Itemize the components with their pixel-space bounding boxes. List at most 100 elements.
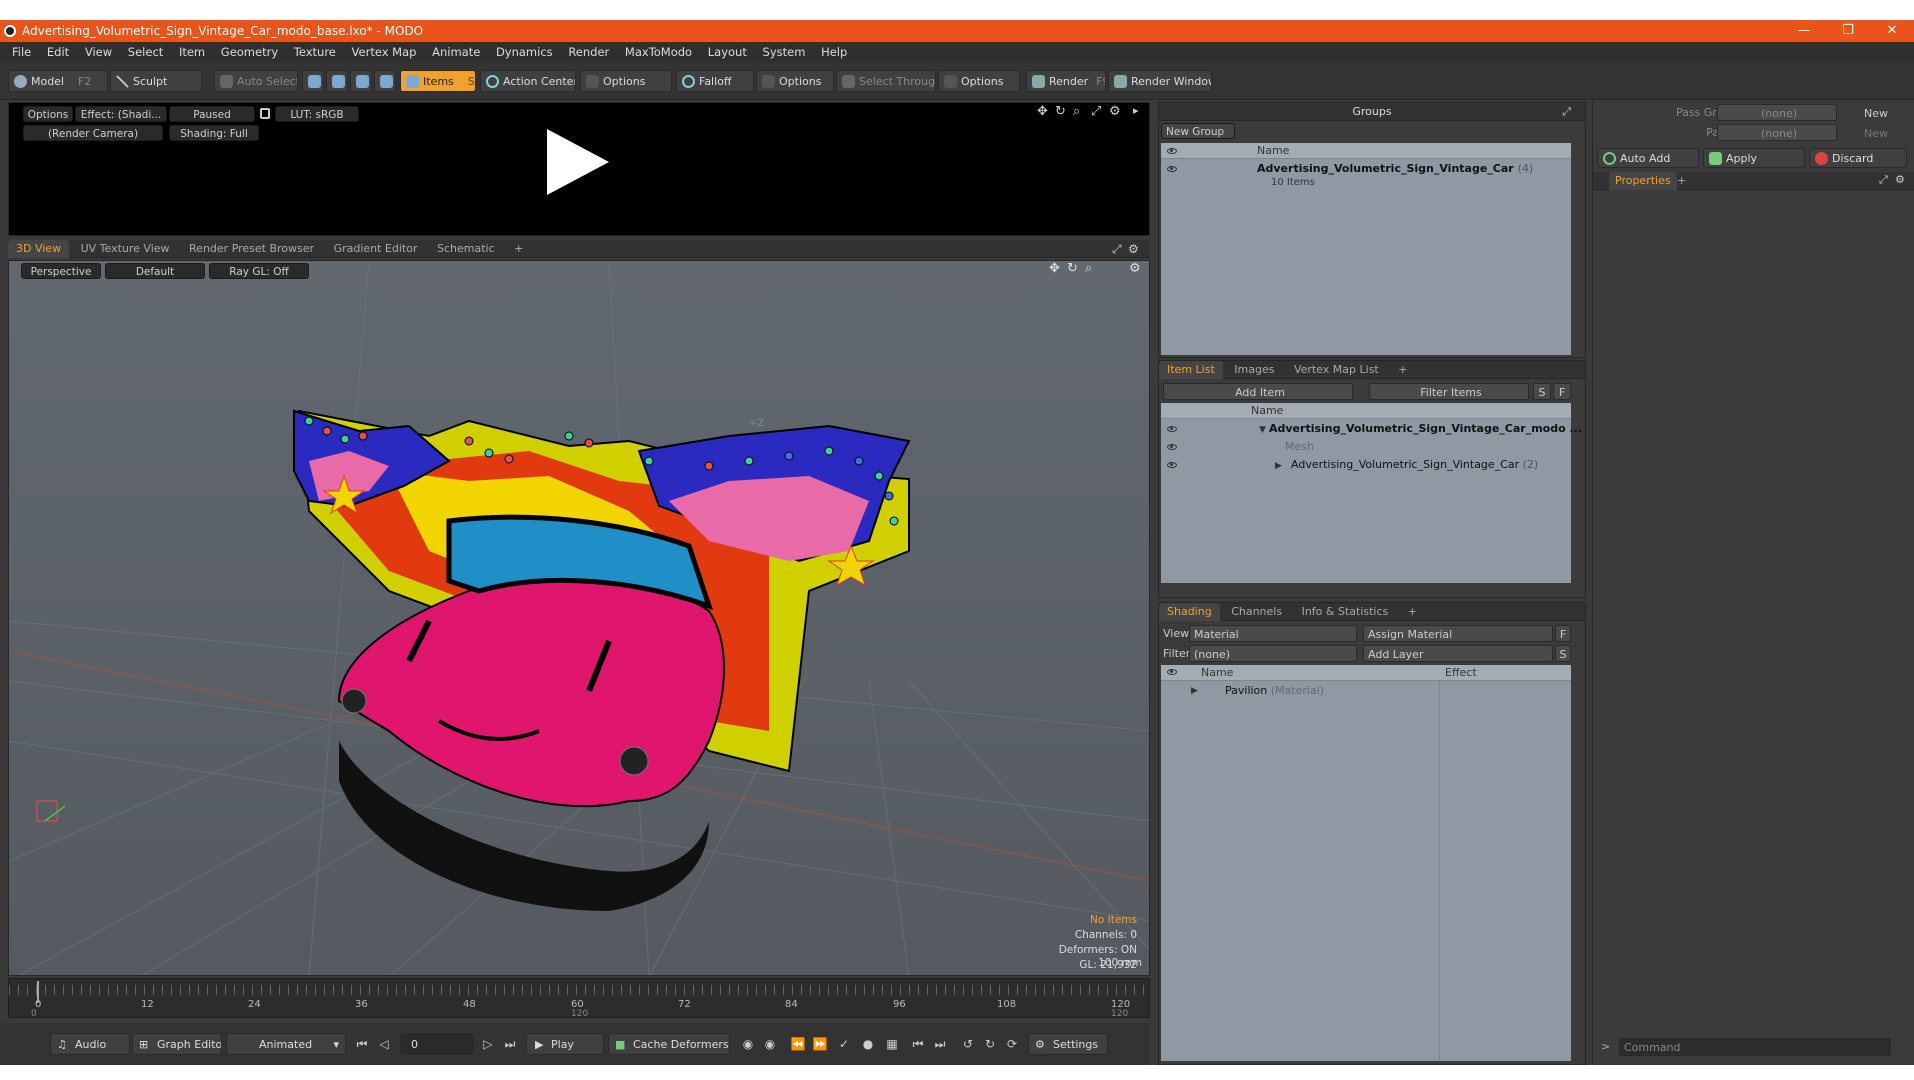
apply-button[interactable]: Apply — [1703, 148, 1805, 168]
next-key-icon[interactable]: ⏩ — [812, 1036, 828, 1052]
tab-add[interactable]: + — [1400, 603, 1425, 621]
menu-layout[interactable]: Layout — [696, 42, 747, 62]
assign-material-dropdown[interactable]: Assign Material — [1363, 625, 1553, 642]
settings-button[interactable]: ⚙ Settings — [1028, 1033, 1108, 1055]
loop-icon-3[interactable]: ⟳ — [1004, 1036, 1020, 1052]
car-visibility-icon[interactable] — [1167, 462, 1177, 468]
edges-mode-button[interactable] — [326, 70, 348, 92]
skip-back-icon[interactable]: ⏮ — [910, 1036, 926, 1052]
preview-lut-dropdown[interactable]: LUT: sRGB — [275, 106, 359, 122]
mesh-visibility-icon[interactable] — [1167, 444, 1177, 450]
menu-view[interactable]: View — [73, 42, 112, 62]
tab-add[interactable]: + — [506, 240, 531, 258]
falloff-options-button[interactable]: Options — [756, 70, 834, 92]
item-list-tree[interactable]: Name Advertising_Volumetric_Sign_Vintage… — [1161, 403, 1582, 583]
restore-button[interactable]: ❐ — [1826, 20, 1870, 42]
preview-maximize-icon[interactable]: ⤢ — [1091, 104, 1101, 119]
menu-render[interactable]: Render — [556, 42, 609, 62]
select-options-button[interactable]: Options — [938, 70, 1020, 92]
action-center-button[interactable]: Action Center — [480, 70, 576, 92]
tab-channels[interactable]: Channels — [1223, 603, 1290, 621]
collapse-arrow-icon[interactable]: ▶ — [1275, 461, 1282, 471]
preview-options-button[interactable]: Options — [23, 106, 73, 122]
add-item-dropdown[interactable]: Add Item — [1163, 383, 1353, 400]
sculpt-mode-button[interactable]: Sculpt — [110, 70, 202, 92]
keyframe-check-icon[interactable]: ✓ — [836, 1036, 852, 1052]
step-back-icon[interactable]: ◁ — [376, 1036, 392, 1052]
current-frame-input[interactable]: 0 — [400, 1033, 474, 1055]
cache-deformers-button[interactable]: ■ Cache Deformers — [608, 1033, 730, 1055]
preview-move-icon[interactable]: ✥ — [1037, 104, 1048, 119]
loop-icon-2[interactable]: ↻ — [982, 1036, 998, 1052]
item-row-mesh[interactable]: Mesh — [1285, 439, 1314, 455]
material-expand-icon[interactable]: ▶ — [1191, 686, 1198, 696]
new-pass-button[interactable]: New — [1841, 124, 1907, 141]
viewport-gear-icon[interactable]: ⚙ — [1128, 242, 1139, 256]
item-row-scene[interactable]: Advertising_Volumetric_Sign_Vintage_Car_… — [1269, 421, 1582, 437]
menu-animate[interactable]: Animate — [420, 42, 480, 62]
timeline-ruler[interactable]: 0 12 24 36 48 60 72 84 96 108 120 0 120 … — [8, 978, 1150, 1019]
menu-vertex-map[interactable]: Vertex Map — [340, 42, 417, 62]
record-icon[interactable]: ● — [860, 1036, 876, 1052]
filter-f-button[interactable]: F — [1553, 383, 1571, 400]
tab-3d-view[interactable]: 3D View — [8, 240, 70, 258]
preview-rotate-icon[interactable]: ↻ — [1055, 104, 1066, 119]
menu-help[interactable]: Help — [809, 42, 847, 62]
close-button[interactable]: ✕ — [1870, 20, 1914, 42]
viewport-options-gear-icon[interactable]: ⚙ — [1129, 261, 1141, 276]
item-row-car[interactable]: Advertising_Volumetric_Sign_Vintage_Car … — [1291, 457, 1538, 473]
loop-icon-1[interactable]: ↺ — [960, 1036, 976, 1052]
vertices-mode-button[interactable] — [302, 70, 324, 92]
select-through-button[interactable]: Select Through — [836, 70, 936, 92]
properties-gear-icon[interactable]: ⚙ — [1895, 173, 1905, 186]
properties-add-tab[interactable]: + — [1677, 172, 1686, 190]
tab-info-statistics[interactable]: Info & Statistics — [1294, 603, 1397, 621]
tab-shading[interactable]: Shading — [1159, 603, 1220, 621]
graph-editor-button[interactable]: ⊞ Graph Editor — [132, 1033, 222, 1055]
audio-button[interactable]: ♫ Audio — [50, 1033, 130, 1055]
menu-texture[interactable]: Texture — [282, 42, 336, 62]
tab-properties[interactable]: Properties — [1609, 172, 1677, 190]
perspective-dropdown[interactable]: Perspective — [21, 263, 101, 279]
group-visibility-icon[interactable] — [1167, 166, 1177, 172]
preview-camera-dropdown[interactable]: (Render Camera) — [23, 125, 163, 141]
auto-select-button[interactable]: Auto Select — [214, 70, 298, 92]
command-input[interactable]: Command — [1619, 1038, 1891, 1056]
viewport-move-icon[interactable]: ✥ — [1049, 261, 1060, 276]
menu-geometry[interactable]: Geometry — [209, 42, 278, 62]
view-dropdown[interactable]: Material — [1189, 625, 1357, 642]
menu-file[interactable]: File — [0, 42, 31, 62]
shading-f-button[interactable]: F — [1555, 625, 1571, 642]
tab-add[interactable]: + — [1390, 361, 1415, 379]
raygl-dropdown[interactable]: Ray GL: Off — [209, 263, 309, 279]
animated-dropdown[interactable]: Animated ▾ — [226, 1033, 346, 1055]
menu-dynamics[interactable]: Dynamics — [484, 42, 553, 62]
new-group-button[interactable]: New Group — [1161, 123, 1235, 139]
shading-s-button[interactable]: S — [1555, 645, 1571, 662]
materials-mode-button[interactable] — [374, 70, 396, 92]
tab-uv-texture-view[interactable]: UV Texture View — [73, 240, 178, 258]
scene-visibility-icon[interactable] — [1167, 426, 1177, 432]
preview-arrow-icon[interactable]: ▸ — [1133, 104, 1139, 117]
menu-select[interactable]: Select — [116, 42, 163, 62]
new-pass-group-button[interactable]: New — [1841, 104, 1907, 121]
passes-dropdown[interactable]: (none) — [1717, 124, 1837, 141]
discard-button[interactable]: Discard — [1809, 148, 1907, 168]
filter-s-button[interactable]: S — [1533, 383, 1551, 400]
properties-maximize-icon[interactable]: ⤢ — [1879, 173, 1888, 187]
preview-zoom-icon[interactable]: ⌕ — [1073, 104, 1080, 119]
key-list-icon[interactable]: ▦ — [884, 1036, 900, 1052]
go-to-start-icon[interactable]: ⏮ — [354, 1036, 370, 1052]
preview-gear-icon[interactable]: ⚙ — [1109, 104, 1121, 119]
play-button[interactable]: ▶ Play — [526, 1033, 604, 1055]
viewport-rotate-icon[interactable]: ↻ — [1067, 261, 1078, 276]
minimize-button[interactable]: — — [1782, 20, 1826, 42]
render-button[interactable]: Render F9 — [1026, 70, 1106, 92]
expand-arrow-icon[interactable]: ▼ — [1259, 425, 1266, 435]
tab-render-preset-browser[interactable]: Render Preset Browser — [181, 240, 322, 258]
skip-forward-icon[interactable]: ⏭ — [932, 1036, 948, 1052]
model-mode-button[interactable]: Model F2 — [8, 70, 108, 92]
pass-groups-dropdown[interactable]: (none) — [1717, 104, 1837, 121]
tab-schematic[interactable]: Schematic — [429, 240, 503, 258]
tab-item-list[interactable]: Item List — [1159, 361, 1223, 379]
